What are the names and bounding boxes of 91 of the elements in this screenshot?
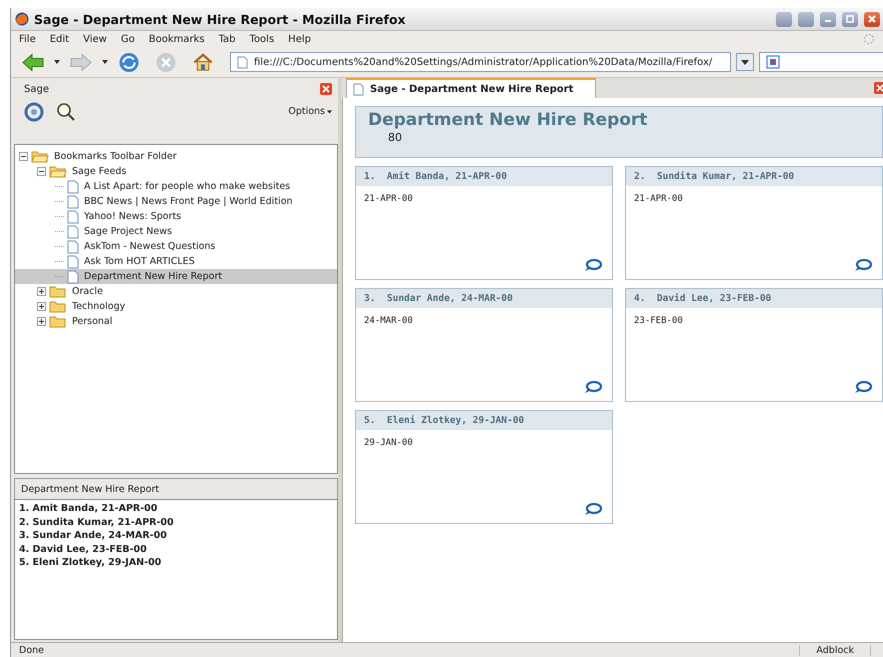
item-heading[interactable]: 1. Amit Banda, 21-APR-00: [356, 167, 612, 186]
dropdown-icon[interactable]: [102, 60, 108, 64]
close-icon: [867, 14, 877, 24]
menu-item[interactable]: Bookmarks: [148, 34, 205, 44]
item-heading[interactable]: 5. Eleni Zlotkey, 29-JAN-00: [356, 411, 612, 430]
tree-item[interactable]: Personal: [15, 314, 337, 329]
page-icon: [67, 210, 79, 224]
tree-item[interactable]: Sage Project News: [15, 224, 337, 239]
tree-item[interactable]: Oracle: [15, 284, 337, 299]
folder-icon: [31, 150, 49, 163]
comment-icon[interactable]: [584, 503, 602, 516]
caret-icon: [327, 110, 332, 114]
tree-item[interactable]: Bookmarks Toolbar Folder: [15, 149, 337, 164]
comment-icon[interactable]: [584, 259, 602, 272]
back-arrow-icon[interactable]: [21, 52, 45, 72]
search-engine-icon: [766, 55, 780, 69]
search-icon[interactable]: [56, 102, 76, 122]
item-heading[interactable]: 4. David Lee, 23-FEB-00: [626, 289, 882, 308]
window-button[interactable]: [776, 12, 792, 26]
refresh-icon[interactable]: [24, 102, 44, 122]
item-date: 21-APR-00: [633, 193, 684, 204]
feed-item-link[interactable]: 3. Sundar Ande, 24-MAR-00: [19, 529, 333, 542]
item-date: 21-APR-00: [363, 193, 414, 204]
feed-item-link[interactable]: 2. Sundita Kumar, 21-APR-00: [19, 516, 333, 529]
comment-icon[interactable]: [584, 381, 602, 394]
comment-icon[interactable]: [854, 259, 872, 272]
menu-item[interactable]: View: [83, 34, 107, 44]
folder-icon: [49, 165, 67, 178]
throbber-icon: [863, 33, 875, 45]
page-icon: [67, 224, 79, 238]
sidebar-title: Sage: [24, 84, 49, 94]
folder-icon: [49, 315, 67, 328]
status-addon[interactable]: Adblock: [799, 644, 871, 656]
window-button[interactable]: [798, 12, 814, 26]
close-icon[interactable]: [320, 83, 332, 95]
page-icon: [67, 270, 79, 284]
search-field[interactable]: [759, 52, 883, 72]
caret-icon: [741, 60, 749, 64]
item-date: 24-MAR-00: [363, 315, 414, 326]
tree-item[interactable]: AskTom - Newest Questions: [15, 239, 337, 254]
home-icon[interactable]: [191, 52, 215, 72]
preview-title: Department New Hire Report: [14, 478, 338, 499]
dropdown-button[interactable]: [736, 53, 754, 71]
options-menu[interactable]: Options: [288, 106, 332, 117]
window-title: Sage - Department New Hire Report - Mozilla Firefox: [34, 12, 406, 26]
browser-tab[interactable]: Sage - Department New Hire Report: [346, 78, 596, 98]
comment-icon[interactable]: [854, 381, 872, 394]
tree-item[interactable]: Sage Feeds: [15, 164, 337, 179]
folder-icon: [49, 300, 67, 313]
browser-logo-icon: [15, 12, 29, 26]
menu-item[interactable]: File: [19, 34, 36, 44]
expander-icon[interactable]: [37, 167, 46, 176]
minimize-button[interactable]: [820, 12, 836, 26]
page-icon: [67, 194, 79, 208]
feed-item-link[interactable]: 1. Amit Banda, 21-APR-00: [19, 502, 333, 516]
page-icon: [67, 254, 79, 268]
feed-item-link[interactable]: 5. Eleni Zlotkey, 29-JAN-00: [19, 556, 333, 570]
menu-item[interactable]: Tab: [218, 34, 236, 44]
maximize-icon: [845, 14, 855, 24]
expander-icon[interactable]: [37, 302, 46, 311]
menu-item[interactable]: Edit: [50, 34, 70, 44]
menu-item[interactable]: Help: [288, 34, 311, 44]
expander-icon[interactable]: [37, 317, 46, 326]
menu-item[interactable]: Go: [120, 34, 135, 44]
report-title: Department New Hire Report: [368, 110, 648, 130]
page-icon: [67, 180, 79, 194]
item-heading[interactable]: 2. Sundita Kumar, 21-APR-00: [626, 167, 882, 186]
item-heading[interactable]: 3. Sundar Ande, 24-MAR-00: [356, 289, 612, 308]
report-subtitle: 80: [388, 131, 403, 144]
tree-item[interactable]: Department New Hire Report: [15, 269, 337, 284]
address-field[interactable]: file:///C:/Documents%20and%20Settings/Administrator/Application%20Data/Mozilla/Firefox/: [230, 52, 731, 72]
feed-item-link[interactable]: 4. David Lee, 23-FEB-00: [19, 542, 333, 556]
item-date: 23-FEB-00: [633, 315, 684, 326]
page-icon: [237, 56, 248, 68]
tree-item[interactable]: A List Apart: for people who make websites: [15, 179, 337, 194]
maximize-button[interactable]: [842, 12, 858, 26]
tree-item[interactable]: BBC News | News Front Page | World Edition: [15, 194, 337, 209]
page-icon: [353, 82, 364, 96]
tree-item[interactable]: Ask Tom HOT ARTICLES: [15, 254, 337, 269]
status-text: Done: [19, 644, 44, 656]
dropdown-icon[interactable]: [54, 60, 60, 64]
menu-item[interactable]: Tools: [250, 34, 274, 44]
close-tab-icon[interactable]: [874, 82, 883, 94]
item-date: 29-JAN-00: [363, 437, 414, 448]
close-button[interactable]: [864, 12, 880, 26]
tree-item[interactable]: Technology: [15, 299, 337, 314]
reload-icon[interactable]: [117, 52, 141, 72]
tree-item[interactable]: Yahoo! News: Sports: [15, 209, 337, 224]
expander-icon[interactable]: [19, 152, 28, 161]
page-icon: [67, 240, 79, 254]
expander-icon[interactable]: [37, 287, 46, 296]
